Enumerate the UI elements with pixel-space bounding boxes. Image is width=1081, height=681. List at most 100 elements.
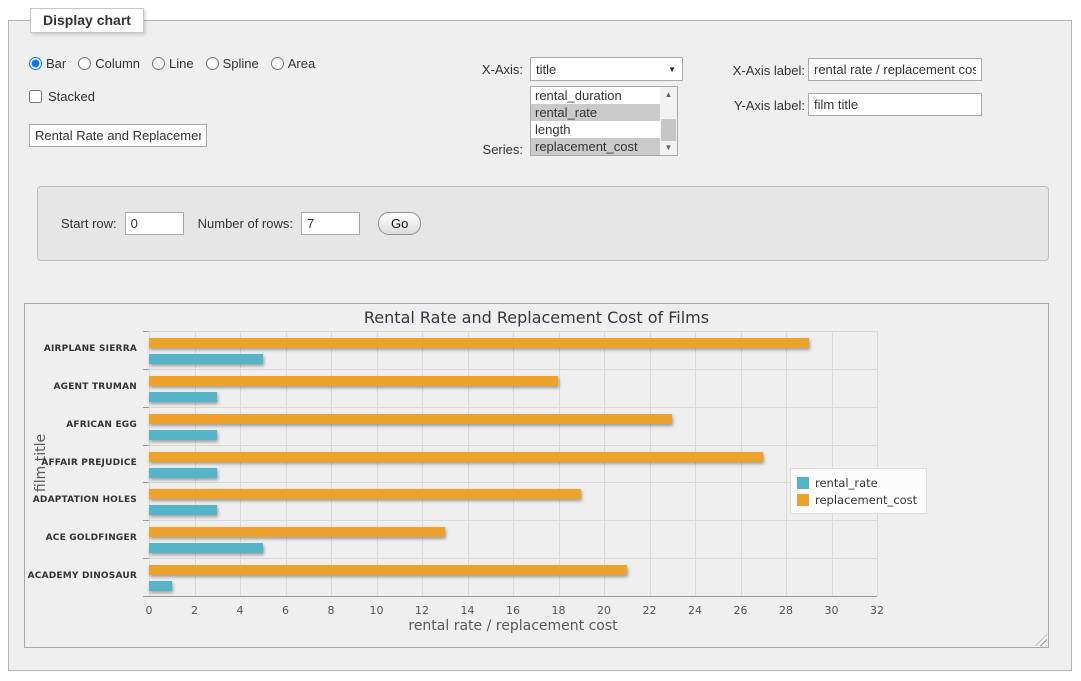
gridline — [149, 331, 877, 332]
x-tick-label: 26 — [726, 604, 756, 617]
bar-replacement_cost-adaptation-holes[interactable] — [149, 489, 581, 499]
category-label: ACE GOLDFINGER — [25, 533, 137, 543]
chart-x-axis-line — [149, 596, 877, 597]
gridline — [331, 331, 332, 596]
series-option-replacement_cost[interactable]: replacement_cost — [531, 138, 660, 155]
bar-replacement_cost-agent-truman[interactable] — [149, 376, 558, 386]
series-option-length[interactable]: length — [531, 121, 660, 138]
gridline — [650, 331, 651, 596]
series-listbox[interactable]: rental_durationrental_ratelengthreplacem… — [530, 86, 678, 156]
gridline — [695, 331, 696, 596]
x-tick-label: 6 — [271, 604, 301, 617]
chart-plot-area — [149, 331, 877, 596]
series-options: rental_durationrental_ratelengthreplacem… — [531, 87, 660, 155]
series-option-rental_rate[interactable]: rental_rate — [531, 104, 660, 121]
num-rows-input[interactable] — [301, 212, 360, 235]
gridline — [286, 331, 287, 596]
chart-type-line[interactable]: Line — [152, 56, 194, 71]
legend-label: rental_rate — [815, 476, 878, 490]
stacked-checkbox[interactable] — [29, 90, 42, 103]
chart-type-radio-line[interactable] — [152, 57, 165, 70]
gridline — [149, 331, 150, 596]
category-label: ACADEMY DINOSAUR — [25, 571, 137, 581]
stacked-label: Stacked — [48, 89, 95, 104]
category-label: AFRICAN EGG — [25, 420, 137, 430]
bar-rental_rate-affair-prejudice[interactable] — [149, 468, 217, 478]
chart-type-column[interactable]: Column — [78, 56, 140, 71]
chart-type-radio-area[interactable] — [271, 57, 284, 70]
x-axis-label-input[interactable] — [808, 58, 982, 81]
x-tick-label: 4 — [225, 604, 255, 617]
y-tick-mark — [143, 369, 149, 370]
legend-swatch — [797, 494, 809, 506]
bar-replacement_cost-ace-goldfinger[interactable] — [149, 527, 445, 537]
x-tick-label: 32 — [862, 604, 892, 617]
chart-container: Rental Rate and Replacement Cost of Film… — [24, 303, 1049, 648]
y-axis-label-label: Y-Axis label: — [659, 98, 805, 113]
chart-type-label: Column — [95, 56, 140, 71]
resize-handle-icon[interactable] — [1035, 634, 1047, 646]
chart-x-axis-title: rental rate / replacement cost — [149, 618, 877, 634]
gridline — [195, 331, 196, 596]
category-label: AFFAIR PREJUDICE — [25, 458, 137, 468]
y-axis-label-input[interactable] — [808, 93, 982, 116]
bar-rental_rate-airplane-sierra[interactable] — [149, 354, 263, 364]
chart-type-area[interactable]: Area — [271, 56, 315, 71]
gridline — [240, 331, 241, 596]
x-tick-label: 24 — [680, 604, 710, 617]
chart-title-input[interactable] — [29, 124, 207, 147]
bar-rental_rate-adaptation-holes[interactable] — [149, 505, 217, 515]
bar-rental_rate-agent-truman[interactable] — [149, 392, 217, 402]
gridline — [832, 331, 833, 596]
x-tick-label: 16 — [498, 604, 528, 617]
legend-item-replacement_cost[interactable]: replacement_cost — [797, 491, 917, 508]
chart-type-bar[interactable]: Bar — [29, 56, 66, 71]
legend-swatch — [797, 477, 809, 489]
x-tick-label: 20 — [589, 604, 619, 617]
bar-rental_rate-african-egg[interactable] — [149, 430, 217, 440]
page: Display chart BarColumnLineSplineArea St… — [0, 0, 1081, 681]
legend-item-rental_rate[interactable]: rental_rate — [797, 474, 917, 491]
x-tick-label: 0 — [134, 604, 164, 617]
go-button[interactable]: Go — [378, 212, 421, 235]
gridline — [377, 331, 378, 596]
chart-type-label: Spline — [223, 56, 259, 71]
gridline — [149, 445, 877, 446]
category-label: AGENT TRUMAN — [25, 382, 137, 392]
bar-replacement_cost-airplane-sierra[interactable] — [149, 338, 809, 348]
bar-rental_rate-ace-goldfinger[interactable] — [149, 543, 263, 553]
gridline — [422, 331, 423, 596]
scrollbar-thumb[interactable] — [661, 119, 676, 141]
stacked-checkbox-row[interactable]: Stacked — [29, 89, 95, 104]
chart-type-label: Line — [169, 56, 194, 71]
bar-rental_rate-academy-dinosaur[interactable] — [149, 581, 172, 591]
x-tick-label: 12 — [407, 604, 437, 617]
gridline — [149, 482, 877, 483]
chart-type-radio-bar[interactable] — [29, 57, 42, 70]
series-option-rental_duration[interactable]: rental_duration — [531, 87, 660, 104]
x-axis-label-label: X-Axis label: — [659, 63, 805, 78]
gridline — [559, 331, 560, 596]
category-label: ADAPTATION HOLES — [25, 495, 137, 505]
y-tick-mark — [143, 596, 149, 597]
chart-title: Rental Rate and Replacement Cost of Film… — [25, 308, 1048, 327]
y-tick-mark — [143, 520, 149, 521]
y-tick-mark — [143, 445, 149, 446]
bar-replacement_cost-academy-dinosaur[interactable] — [149, 565, 627, 575]
scroll-down-icon[interactable]: ▼ — [660, 140, 677, 155]
x-tick-label: 30 — [817, 604, 847, 617]
bar-replacement_cost-african-egg[interactable] — [149, 414, 672, 424]
chart-type-spline[interactable]: Spline — [206, 56, 259, 71]
gridline — [877, 331, 878, 596]
bar-replacement_cost-affair-prejudice[interactable] — [149, 452, 763, 462]
chart-x-tick-labels: 02468101214161820222426283032 — [149, 604, 877, 618]
x-axis-select-label: X-Axis: — [457, 62, 523, 77]
gridline — [513, 331, 514, 596]
x-tick-label: 18 — [544, 604, 574, 617]
chart-type-radio-column[interactable] — [78, 57, 91, 70]
x-tick-label: 10 — [362, 604, 392, 617]
chart-legend: rental_ratereplacement_cost — [790, 468, 927, 514]
start-row-input[interactable] — [125, 212, 184, 235]
category-label: AIRPLANE SIERRA — [25, 344, 137, 354]
chart-type-radio-spline[interactable] — [206, 57, 219, 70]
